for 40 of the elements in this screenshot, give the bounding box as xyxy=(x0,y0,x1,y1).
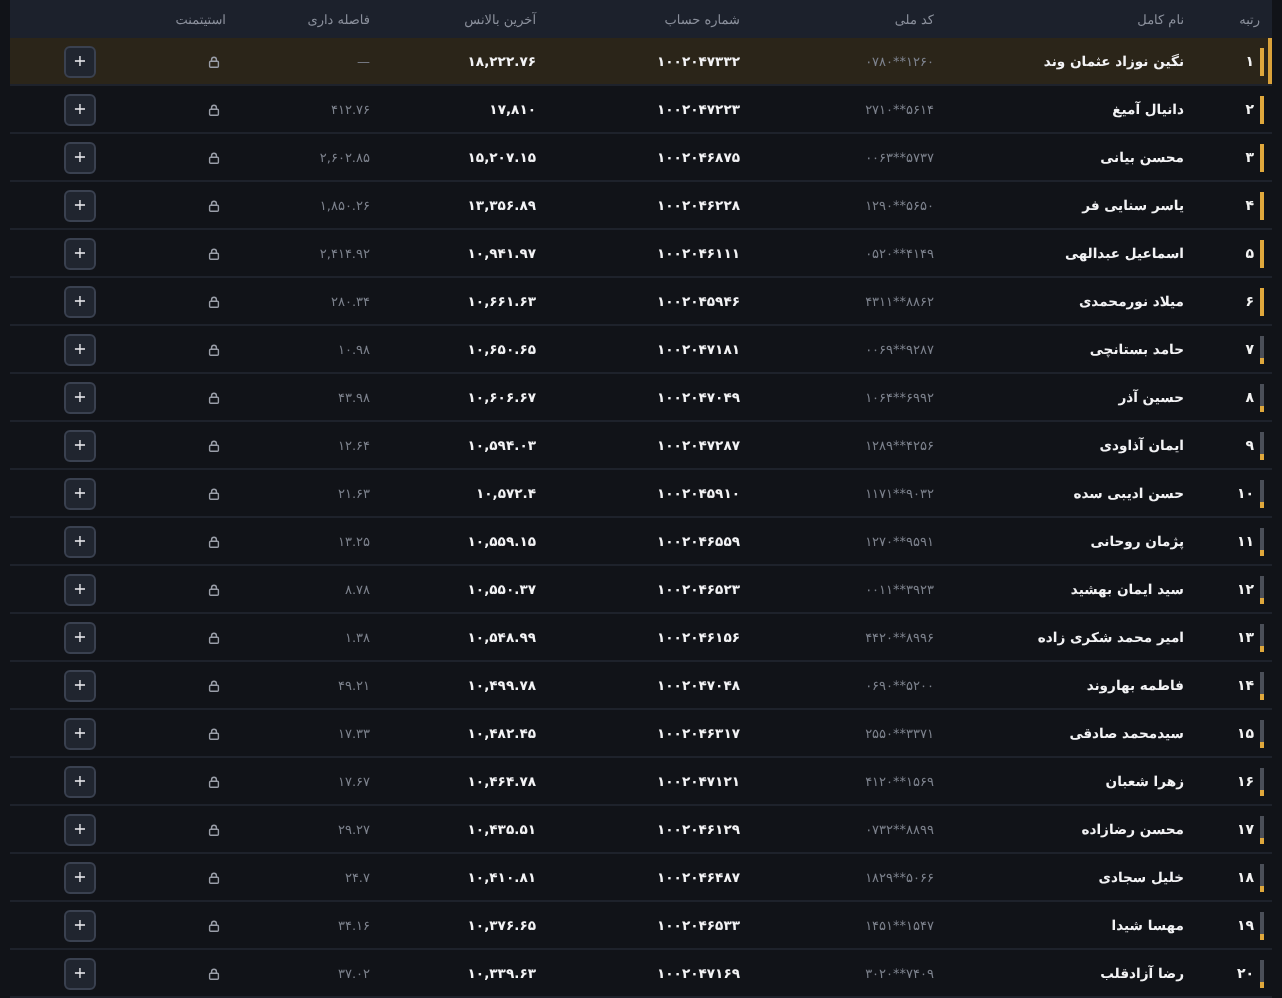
lock-icon xyxy=(208,295,220,307)
add-button[interactable]: + xyxy=(64,237,96,269)
add-button[interactable]: + xyxy=(64,381,96,413)
lock-icon xyxy=(208,919,220,931)
add-button[interactable]: + xyxy=(64,765,96,797)
add-button[interactable]: + xyxy=(64,477,96,509)
lock-icon xyxy=(208,151,220,163)
add-button[interactable]: + xyxy=(64,45,96,77)
lock-icon xyxy=(208,487,220,499)
lock-icon xyxy=(208,727,220,739)
lock-icon xyxy=(208,583,220,595)
add-button[interactable]: + xyxy=(64,621,96,653)
lock-icon xyxy=(208,871,220,883)
add-button[interactable]: + xyxy=(64,93,96,125)
lock-icon xyxy=(208,391,220,403)
lock-icon xyxy=(208,247,220,259)
lock-icon xyxy=(208,775,220,787)
lock-icon xyxy=(208,55,220,67)
lock-icon xyxy=(208,343,220,355)
add-button[interactable]: + xyxy=(64,669,96,701)
lock-icon xyxy=(208,199,220,211)
add-button[interactable]: + xyxy=(64,189,96,221)
add-button[interactable]: + xyxy=(64,957,96,989)
lock-icon xyxy=(208,823,220,835)
lock-icon xyxy=(208,631,220,643)
add-button[interactable]: + xyxy=(64,813,96,845)
add-button[interactable]: + xyxy=(64,285,96,317)
lock-icon xyxy=(208,103,220,115)
lock-icon xyxy=(208,967,220,979)
add-button[interactable]: + xyxy=(64,525,96,557)
lock-icon xyxy=(208,535,220,547)
add-button[interactable]: + xyxy=(64,909,96,941)
add-button[interactable]: + xyxy=(64,717,96,749)
add-button[interactable]: + xyxy=(64,141,96,173)
add-button[interactable]: + xyxy=(64,861,96,893)
lock-icon xyxy=(208,679,220,691)
add-button[interactable]: + xyxy=(64,573,96,605)
add-button[interactable]: + xyxy=(64,333,96,365)
add-button[interactable]: + xyxy=(64,429,96,461)
lock-icon xyxy=(208,439,220,451)
